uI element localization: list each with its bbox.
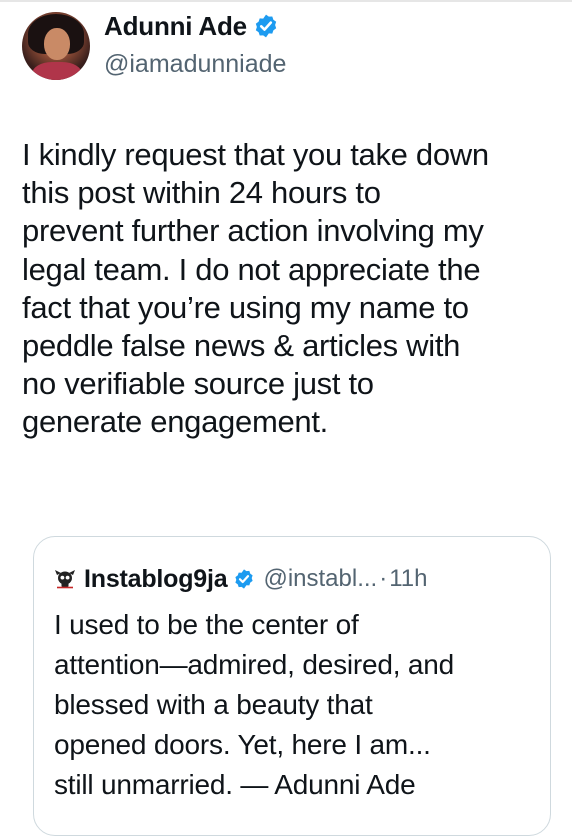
post-text-line: prevent further action involving my (22, 213, 484, 249)
avatar-dress-shape (32, 62, 82, 80)
quoted-text-line: still unmarried. — Adunni Ade (54, 769, 416, 800)
verified-badge-icon (253, 13, 279, 39)
post-text-line: I kindly request that you take down (22, 137, 489, 172)
author-display-name[interactable]: Adunni Ade (104, 11, 247, 42)
user-meta: Adunni Ade @iamadunniade (104, 8, 286, 79)
quoted-author-name[interactable]: Instablog9ja (84, 565, 228, 594)
top-divider (0, 0, 572, 2)
post-text-line: fact that you’re using my name to (22, 289, 469, 325)
post-text-line: legal team. I do not appreciate the (22, 251, 481, 287)
quoted-post-text: I used to be the center of attention—adm… (54, 605, 534, 805)
verified-badge-icon (233, 568, 255, 590)
quoted-text-line: attention—admired, desired, and (54, 649, 455, 680)
skull-logo-icon (54, 569, 76, 589)
quoted-text-line: blessed with a beauty that (54, 689, 373, 720)
quoted-post-header: Instablog9ja @instabl... · 11h (54, 563, 427, 595)
quoted-post-timestamp[interactable]: 11h (389, 565, 427, 593)
avatar[interactable] (22, 12, 90, 80)
quoted-author-handle[interactable]: @instabl... (263, 565, 377, 593)
post-text-line: generate engagement. (22, 404, 328, 440)
author-handle[interactable]: @iamadunniade (104, 50, 286, 79)
display-name-row: Adunni Ade (104, 8, 286, 44)
quoted-text-line: opened doors. Yet, here I am... (54, 729, 431, 760)
post-header: Adunni Ade @iamadunniade (22, 8, 562, 88)
meta-separator: · (379, 565, 388, 592)
post-text-line: this post within 24 hours to (22, 175, 381, 211)
avatar-face-shape (44, 28, 70, 60)
post-text-line: peddle false news & articles with (22, 328, 461, 364)
quoted-text-line: I used to be the center of (54, 609, 359, 640)
quoted-post-card[interactable]: Instablog9ja @instabl... · 11h I used to… (33, 536, 551, 836)
post-text-line: no verifiable source just to (22, 366, 374, 402)
post-text: I kindly request that you take down this… (22, 136, 562, 442)
